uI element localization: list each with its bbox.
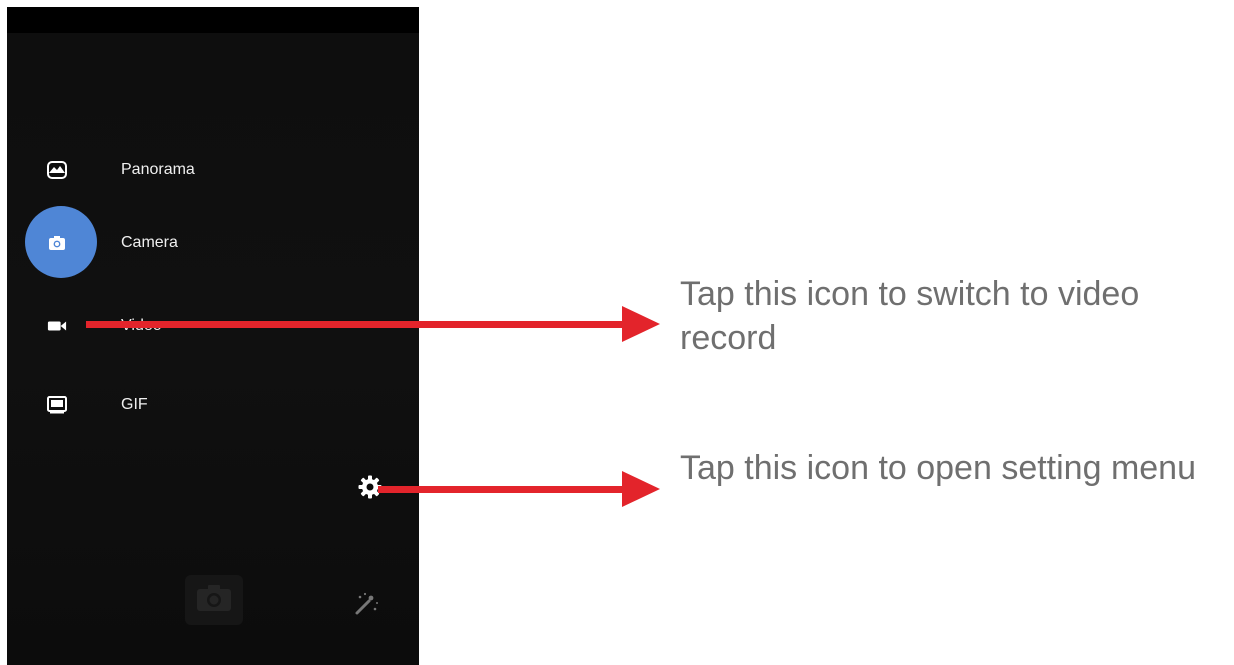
mode-item-camera[interactable]: Camera: [7, 213, 419, 273]
video-camera-icon: [47, 316, 67, 336]
magic-wand-icon: [351, 589, 381, 624]
camera-app-screen: Panorama Camera Video: [7, 7, 419, 665]
mode-item-gif[interactable]: GIF: [7, 375, 419, 435]
status-bar: [7, 7, 419, 33]
shutter-button[interactable]: [185, 575, 243, 625]
panorama-icon: [47, 160, 67, 180]
mode-label-gif: GIF: [121, 396, 148, 413]
settings-arrow-head: [622, 471, 660, 507]
video-arrow-line: [86, 321, 626, 328]
video-annotation: Tap this icon to switch to video record: [680, 275, 1140, 357]
mode-item-panorama[interactable]: Panorama: [7, 140, 419, 200]
video-arrow-head: [622, 306, 660, 342]
settings-arrow-line: [378, 486, 626, 493]
effects-button[interactable]: [349, 589, 383, 623]
mode-label-panorama: Panorama: [121, 161, 195, 178]
gif-icon: [47, 395, 67, 415]
camera-shutter-icon: [195, 583, 233, 618]
settings-annotation: Tap this icon to open setting menu: [680, 449, 1196, 487]
camera-icon: [47, 233, 67, 253]
mode-label-camera: Camera: [121, 234, 178, 251]
